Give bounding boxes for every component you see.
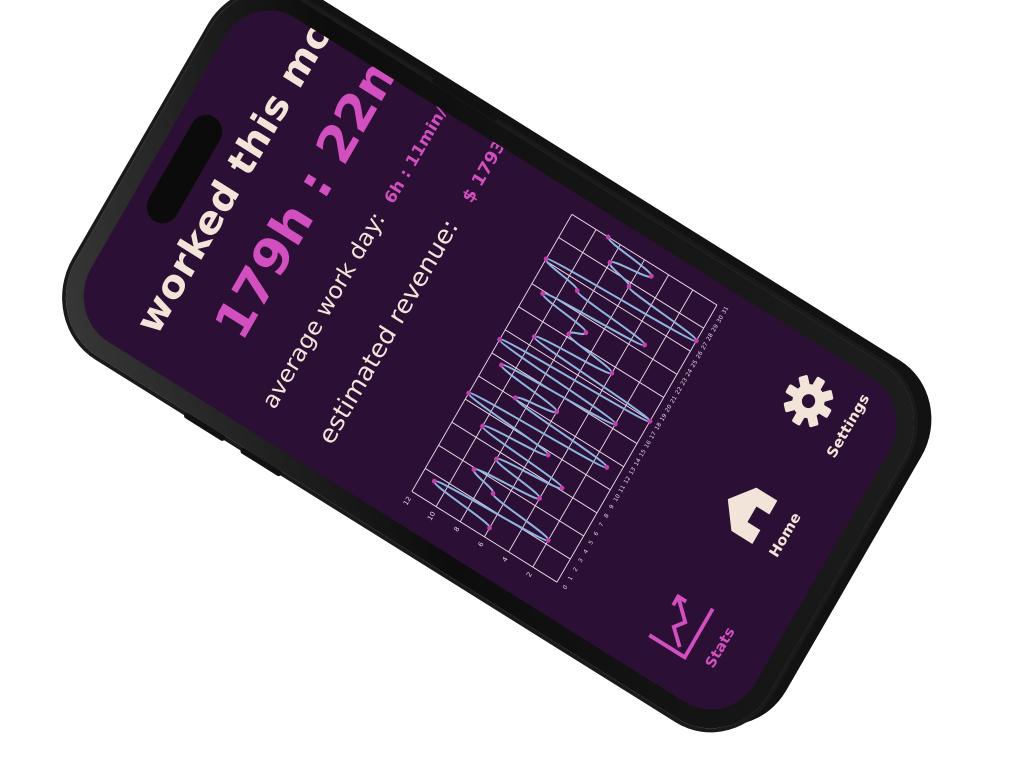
x-tick-label: 13: [629, 466, 638, 476]
x-tick-label: 18: [654, 422, 663, 432]
x-tick-label: 1: [568, 575, 575, 582]
data-point: [605, 234, 611, 240]
y-tick-label: 10: [426, 510, 437, 522]
x-tick-label: 22: [675, 386, 684, 396]
x-tick-label: 17: [649, 431, 658, 441]
app-screen: worked this month 179h : 22m average wor…: [64, 0, 916, 730]
x-tick-label: 21: [670, 395, 679, 405]
phone-scene: worked this month 179h : 22m average wor…: [0, 0, 1023, 758]
data-point: [471, 466, 477, 472]
data-point: [540, 290, 546, 296]
x-tick-label: 14: [634, 457, 643, 467]
x-tick-label: 8: [604, 513, 611, 520]
x-tick-label: 31: [721, 305, 730, 315]
data-point: [494, 456, 499, 462]
tab-home[interactable]: Home: [694, 447, 820, 587]
x-tick-label: 23: [680, 377, 689, 387]
x-tick-label: 10: [613, 493, 622, 503]
x-tick-label: 27: [701, 341, 710, 351]
y-tick-label: 6: [477, 540, 486, 548]
grid-line-horizontal: [532, 289, 694, 568]
data-point: [499, 362, 504, 368]
x-tick-label: 26: [696, 350, 705, 360]
x-tick-label: 24: [685, 368, 694, 378]
tab-stats[interactable]: Stats: [629, 560, 755, 700]
y-tick-label: 2: [525, 571, 534, 579]
revenue-label: estimated revenue:: [313, 214, 465, 450]
x-tick-label: 7: [599, 522, 606, 529]
x-tick-label: 9: [609, 504, 616, 511]
x-tick-label: 12: [623, 475, 632, 485]
x-tick-label: 11: [618, 484, 627, 494]
x-tick-label: 5: [588, 540, 595, 547]
y-tick-label: 4: [501, 556, 510, 564]
x-tick-label: 29: [711, 323, 720, 333]
x-tick-label: 3: [578, 557, 585, 564]
x-tick-label: 4: [583, 548, 590, 555]
data-point: [545, 537, 551, 543]
data-point: [609, 370, 615, 376]
x-tick-label: 30: [716, 314, 725, 324]
data-point: [487, 525, 492, 531]
y-tick-label: 12: [402, 495, 413, 507]
data-point: [607, 259, 613, 265]
x-tick-label: 19: [660, 413, 669, 423]
phone-device: worked this month 179h : 22m average wor…: [40, 0, 940, 755]
data-point: [554, 409, 560, 415]
x-tick-label: 6: [593, 531, 600, 538]
x-tick-label: 15: [639, 449, 648, 459]
x-tick-label: 25: [690, 359, 699, 369]
data-point: [490, 491, 496, 497]
data-point: [543, 256, 549, 262]
x-tick-label: 2: [573, 566, 580, 573]
data-point: [431, 478, 437, 484]
x-tick-label: 0: [562, 584, 569, 591]
y-tick-label: 8: [452, 525, 461, 533]
data-point: [648, 273, 654, 279]
x-tick-label: 16: [644, 440, 653, 450]
data-point: [537, 495, 542, 501]
x-tick-label: 20: [665, 404, 674, 414]
x-tick-label: 28: [706, 332, 715, 342]
data-point: [583, 330, 589, 336]
